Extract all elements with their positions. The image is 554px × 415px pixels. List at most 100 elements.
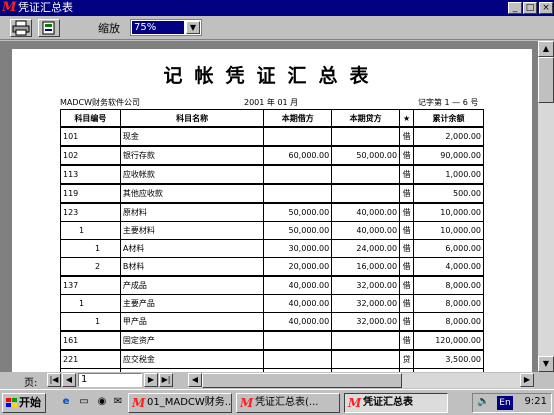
balance-direction-cell: 借 bbox=[399, 239, 415, 258]
ie-icon[interactable]: e bbox=[58, 394, 74, 410]
desktop-icon[interactable]: ▭ bbox=[76, 394, 92, 410]
credit-cell bbox=[331, 126, 401, 147]
next-page-button[interactable]: ▶ bbox=[144, 373, 158, 387]
table-row[interactable]: 102 银行存款 60,000.00 50,000.00 借 90,000.00 bbox=[60, 145, 484, 166]
balance-cell: 8,000.00 bbox=[413, 275, 484, 295]
table-row[interactable]: 221 应交税金 贷 3,500.00 bbox=[60, 349, 484, 369]
app-logo-icon: M bbox=[2, 0, 17, 15]
column-header: 科目编号 bbox=[60, 109, 121, 128]
start-button[interactable]: 开始 bbox=[2, 393, 46, 413]
debit-cell: 20,000.00 bbox=[263, 257, 333, 277]
balance-direction-cell: 借 bbox=[399, 330, 415, 351]
page-number-input[interactable]: 1 bbox=[78, 373, 142, 387]
voucher-range: 记字第 1 — 6 号 bbox=[418, 98, 479, 107]
debit-cell: 30,000.00 bbox=[263, 239, 333, 258]
zoom-select[interactable]: 75% ▼ bbox=[130, 19, 202, 36]
account-code-cell: 123 bbox=[60, 202, 121, 222]
balance-direction-cell: 借 bbox=[399, 257, 415, 277]
title-bar[interactable]: M 凭证汇总表 _ □ × bbox=[0, 0, 554, 16]
column-header: ★ bbox=[399, 109, 415, 128]
scroll-up-button[interactable]: ▲ bbox=[538, 41, 554, 57]
chevron-down-icon[interactable]: ▼ bbox=[186, 21, 200, 34]
balance-direction-cell: 借 bbox=[399, 202, 415, 222]
app-logo-icon: M bbox=[348, 396, 362, 410]
balance-cell: 2,000.00 bbox=[413, 126, 484, 147]
windows-logo-icon bbox=[6, 398, 17, 407]
export-icon bbox=[42, 21, 55, 35]
debit-cell: 60,000.00 bbox=[263, 145, 333, 166]
table-row[interactable]: 137 产成品 40,000.00 32,000.00 借 8,000.00 bbox=[60, 275, 484, 295]
zoom-value: 75% bbox=[132, 21, 184, 34]
balance-direction-cell: 借 bbox=[399, 183, 415, 204]
ime-indicator[interactable]: En bbox=[497, 396, 513, 410]
account-code-cell: 221 bbox=[60, 349, 121, 369]
debit-cell: 40,000.00 bbox=[263, 275, 333, 295]
task-button[interactable]: M 凭证汇总表(... bbox=[236, 393, 340, 413]
scroll-left-button[interactable]: ◀ bbox=[188, 373, 202, 387]
table-row[interactable]: 101 现金 借 2,000.00 bbox=[60, 126, 484, 147]
system-tray: 🔈 En 9:21 bbox=[472, 393, 552, 413]
table-row[interactable]: 1 主要材料 50,000.00 40,000.00 借 10,000.00 bbox=[60, 221, 484, 240]
debit-cell: 50,000.00 bbox=[263, 202, 333, 222]
account-code-cell: 1 bbox=[60, 312, 121, 332]
close-button[interactable]: × bbox=[539, 2, 553, 14]
scroll-right-button[interactable]: ▶ bbox=[520, 373, 534, 387]
debit-cell bbox=[263, 349, 333, 369]
export-button[interactable] bbox=[38, 19, 60, 37]
credit-cell bbox=[331, 349, 401, 369]
credit-cell bbox=[331, 164, 401, 185]
window-title: 凭证汇总表 bbox=[18, 1, 73, 14]
account-code-cell: 2 bbox=[60, 257, 121, 277]
table-row[interactable]: 1 主要产品 40,000.00 32,000.00 借 8,000.00 bbox=[60, 294, 484, 313]
table-row[interactable]: 2 B材料 20,000.00 16,000.00 借 4,000.00 bbox=[60, 257, 484, 277]
task-button-active[interactable]: M 凭证汇总表 bbox=[344, 393, 448, 413]
debit-cell bbox=[263, 164, 333, 185]
app-logo-icon: M bbox=[132, 396, 146, 410]
credit-cell bbox=[331, 330, 401, 351]
account-name-cell: 银行存款 bbox=[119, 145, 265, 166]
printer-icon bbox=[12, 20, 30, 36]
account-code-cell: 101 bbox=[60, 126, 121, 147]
balance-cell: 500.00 bbox=[413, 183, 484, 204]
account-name-cell: 固定资产 bbox=[119, 330, 265, 351]
prev-page-button[interactable]: ◀ bbox=[62, 373, 76, 387]
account-name-cell: B材料 bbox=[119, 257, 265, 277]
scroll-thumb[interactable] bbox=[538, 57, 554, 103]
credit-cell bbox=[331, 183, 401, 204]
account-code-cell: 137 bbox=[60, 275, 121, 295]
clock[interactable]: 9:21 bbox=[525, 396, 547, 407]
debit-cell: 40,000.00 bbox=[263, 294, 333, 313]
scroll-thumb[interactable] bbox=[202, 373, 402, 388]
table-row[interactable]: 123 原材料 50,000.00 40,000.00 借 10,000.00 bbox=[60, 202, 484, 222]
horizontal-scrollbar[interactable]: ◀ ▶ bbox=[188, 373, 534, 388]
print-button[interactable] bbox=[10, 19, 32, 37]
zoom-label: 缩放 bbox=[98, 22, 120, 35]
table-row[interactable]: 1 A材料 30,000.00 24,000.00 借 6,000.00 bbox=[60, 239, 484, 258]
report-viewport[interactable]: 记帐凭证汇总表 MADCW财务软件公司 2001 年 01 月 记字第 1 — … bbox=[0, 41, 538, 372]
company-name: MADCW财务软件公司 bbox=[60, 98, 141, 107]
first-page-button[interactable]: |◀ bbox=[47, 373, 61, 387]
summary-table: 科目编号 科目名称 本期借方 本期贷方 ★ 累计余额 101 现金借 2,000.0… bbox=[60, 109, 484, 372]
outlook-icon[interactable]: ✉ bbox=[110, 394, 126, 410]
scroll-down-button[interactable]: ▼ bbox=[538, 356, 554, 372]
table-row[interactable]: 161 固定资产 借 120,000.00 bbox=[60, 330, 484, 351]
balance-cell: 1,000.00 bbox=[413, 164, 484, 185]
table-row[interactable]: 119 其他应收款 借 500.00 bbox=[60, 183, 484, 204]
debit-cell: 50,000.00 bbox=[263, 221, 333, 240]
account-name-cell: 产成品 bbox=[119, 275, 265, 295]
maximize-button[interactable]: □ bbox=[523, 2, 537, 14]
minimize-button[interactable]: _ bbox=[508, 2, 522, 14]
account-name-cell: 主要材料 bbox=[119, 221, 265, 240]
speaker-icon[interactable]: 🔈 bbox=[477, 396, 493, 410]
table-row[interactable]: 1 甲产品 40,000.00 32,000.00 借 8,000.00 bbox=[60, 312, 484, 332]
balance-direction-cell: 借 bbox=[399, 275, 415, 295]
start-label: 开始 bbox=[19, 396, 41, 409]
credit-cell: 40,000.00 bbox=[331, 221, 401, 240]
channel-icon[interactable]: ◉ bbox=[94, 394, 110, 410]
task-button[interactable]: M 01_MADCW财务... bbox=[128, 393, 232, 413]
last-page-button[interactable]: ▶| bbox=[159, 373, 173, 387]
debit-cell bbox=[263, 330, 333, 351]
balance-direction-cell: 借 bbox=[399, 312, 415, 332]
vertical-scrollbar[interactable]: ▲ ▼ bbox=[538, 41, 554, 372]
table-row[interactable]: 113 应收帐款 借 1,000.00 bbox=[60, 164, 484, 185]
